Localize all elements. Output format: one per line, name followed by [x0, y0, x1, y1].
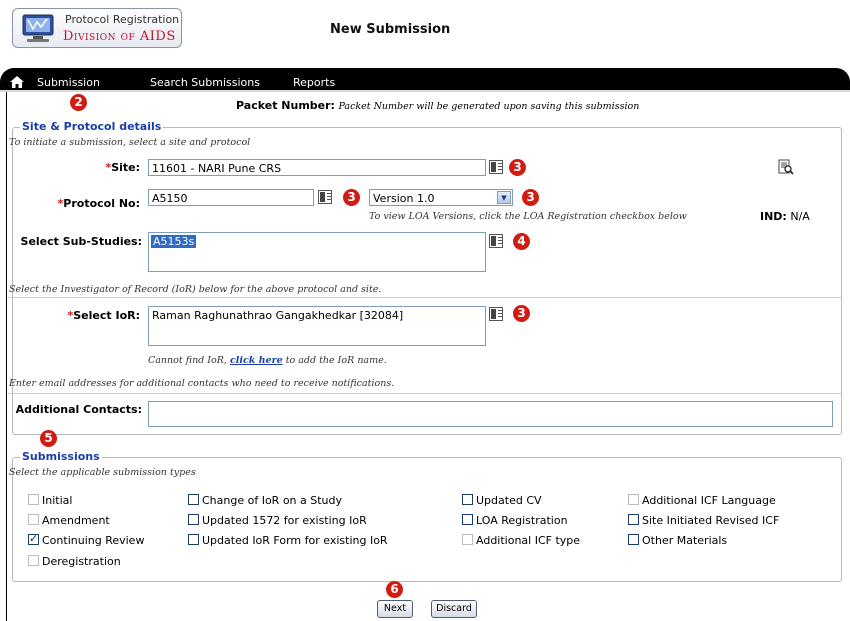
checkbox-deregistration[interactable]: Deregistration [28, 555, 121, 568]
checkbox-additional-icf-language[interactable]: Additional ICF Language [628, 494, 776, 507]
substudies-label: Select Sub-Studies: [20, 235, 142, 248]
checkbox-initial[interactable]: Initial [28, 494, 72, 507]
ind-display: IND: N/A [760, 210, 810, 223]
annotation-badge-5: 5 [40, 430, 57, 447]
submissions-intro: Select the applicable submission types [9, 467, 196, 478]
checkbox-amendment[interactable]: Amendment [28, 514, 110, 527]
substudy-option[interactable]: A5153s [151, 235, 197, 248]
add-ior-link[interactable]: click here [230, 355, 283, 366]
annotation-badge-3: 3 [522, 189, 539, 206]
divider [8, 393, 842, 394]
packet-number-label: Packet Number: [236, 99, 335, 112]
checkbox-box[interactable] [628, 494, 639, 505]
site-field[interactable]: 11601 - NARI Pune CRS [148, 159, 486, 176]
site-lookup-icon[interactable] [489, 160, 503, 174]
divider [8, 297, 842, 298]
chevron-down-icon[interactable]: ▼ [497, 191, 511, 204]
nav-bar [0, 68, 850, 90]
site-protocol-legend: Site & Protocol details [20, 120, 164, 133]
checkbox-box[interactable] [28, 514, 39, 525]
contacts-label: Additional Contacts: [15, 403, 142, 416]
checkbox-box[interactable] [188, 494, 199, 505]
protocol-lookup-icon[interactable] [318, 190, 332, 204]
ior-help-note: Cannot find IoR, click here to add the I… [148, 355, 387, 366]
ior-label: *Select IoR: [67, 309, 140, 322]
logo-top-text: Protocol Registration [65, 13, 180, 26]
protocol-registration-logo: Protocol Registration Division of AIDS [12, 8, 182, 48]
site-protocol-intro: To initiate a submission, select a site … [9, 137, 251, 148]
checkbox-box[interactable] [188, 534, 199, 545]
version-select[interactable]: Version 1.0 ▼ [369, 189, 513, 206]
checkbox-change-of-ior[interactable]: Change of IoR on a Study [188, 494, 342, 507]
checkbox-site-initiated-revised-icf[interactable]: Site Initiated Revised ICF [628, 514, 779, 527]
checkbox-additional-icf-type[interactable]: Additional ICF type [462, 534, 580, 547]
discard-button[interactable]: Discard [431, 600, 477, 618]
nav-submission[interactable]: Submission [37, 76, 100, 89]
checkbox-box[interactable] [462, 534, 473, 545]
annotation-badge-6: 6 [386, 581, 403, 598]
checkbox-box[interactable] [28, 494, 39, 505]
site-label: *Site: [105, 161, 140, 174]
next-button[interactable]: Next [377, 600, 413, 618]
checkbox-updated-ior-form[interactable]: Updated IoR Form for existing IoR [188, 534, 388, 547]
checkbox-box[interactable] [462, 514, 473, 525]
computer-icon [22, 14, 54, 42]
app-header: Protocol Registration Division of AIDS N… [0, 0, 850, 62]
checkbox-other-materials[interactable]: Other Materials [628, 534, 727, 547]
annotation-badge-3: 3 [343, 189, 360, 206]
checkbox-box[interactable] [628, 534, 639, 545]
site-details-icon[interactable] [778, 159, 794, 175]
checkbox-box-checked[interactable] [28, 532, 39, 545]
page-title: New Submission [330, 22, 451, 37]
packet-number: Packet Number: Packet Number will be gen… [236, 99, 639, 112]
checkbox-loa-registration[interactable]: LOA Registration [462, 514, 568, 527]
logo-bottom-text: Division of AIDS [63, 29, 176, 44]
contacts-intro: Enter email addresses for additional con… [9, 378, 395, 389]
checkbox-updated-1572[interactable]: Updated 1572 for existing IoR [188, 514, 367, 527]
substudies-listbox[interactable]: A5153s [148, 232, 486, 272]
substudies-lookup-icon[interactable] [489, 234, 503, 248]
nav-search-submissions[interactable]: Search Submissions [150, 76, 260, 89]
ior-lookup-icon[interactable] [489, 307, 503, 321]
ior-intro: Select the Investigator of Record (IoR) … [9, 284, 382, 295]
checkbox-box[interactable] [628, 514, 639, 525]
ior-listbox[interactable]: Raman Raghunathrao Gangakhedkar [32084] [148, 306, 486, 346]
nav-reports[interactable]: Reports [293, 76, 335, 89]
submissions-legend: Submissions [20, 450, 102, 463]
loa-versions-note: To view LOA Versions, click the LOA Regi… [369, 211, 687, 222]
packet-number-value: Packet Number will be generated upon sav… [338, 101, 640, 112]
annotation-badge-3: 3 [509, 159, 526, 176]
checkbox-box[interactable] [462, 494, 473, 505]
checkbox-box[interactable] [28, 555, 39, 566]
checkbox-continuing-review[interactable]: Continuing Review [28, 532, 144, 547]
protocol-field[interactable]: A5150 [148, 189, 314, 206]
additional-contacts-field[interactable] [148, 401, 833, 427]
annotation-badge-4: 4 [513, 233, 530, 250]
protocol-label: *Protocol No: [57, 197, 140, 210]
annotation-badge-2: 2 [70, 94, 87, 111]
home-icon[interactable] [10, 76, 24, 88]
annotation-badge-3: 3 [513, 305, 530, 322]
checkbox-box[interactable] [188, 514, 199, 525]
checkbox-updated-cv[interactable]: Updated CV [462, 494, 542, 507]
